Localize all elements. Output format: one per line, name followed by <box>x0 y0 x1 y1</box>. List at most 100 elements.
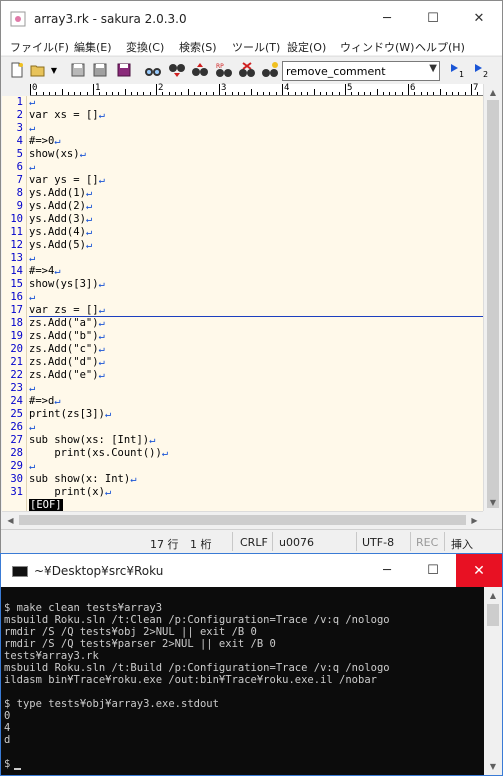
code-line[interactable]: 28 print(xs.Count())↵ <box>2 447 483 460</box>
editor-titlebar[interactable]: array3.rk - sakura 2.0.3.0 ─ ☐ ✕ <box>1 1 502 35</box>
search-prev-icon[interactable] <box>191 61 209 79</box>
console-close-button[interactable]: ✕ <box>456 554 502 587</box>
newline-marker: ↵ <box>85 226 93 238</box>
code-line[interactable]: 5 show(xs)↵ <box>2 148 483 161</box>
menu-edit[interactable]: 編集(E) <box>74 39 112 55</box>
scroll-up-icon[interactable]: ▲ <box>484 587 502 604</box>
code-line[interactable]: 25 print(zs[3])↵ <box>2 408 483 421</box>
code-line[interactable]: 1 ↵ <box>2 96 483 109</box>
maximize-button[interactable]: ☐ <box>410 1 456 35</box>
menu-convert[interactable]: 変換(C) <box>126 39 164 55</box>
console-titlebar[interactable]: ~¥Desktop¥src¥Roku ─ ☐ ✕ <box>1 554 502 587</box>
status-newline[interactable]: CRLF <box>240 536 268 549</box>
vertical-scroll-thumb[interactable] <box>487 100 499 508</box>
code-text: #=>0↵ <box>29 135 61 147</box>
code-text: ys.Add(1)↵ <box>29 187 93 199</box>
code-line[interactable]: 7 var ys = []↵ <box>2 174 483 187</box>
code-line[interactable]: 29 ↵ <box>2 460 483 473</box>
code-line[interactable]: 10 ys.Add(3)↵ <box>2 213 483 226</box>
ruler-tick <box>137 92 139 95</box>
open-folder-icon[interactable] <box>29 61 47 79</box>
console-vertical-scrollbar[interactable]: ▲ ▼ <box>484 587 502 775</box>
editor-vertical-scrollbar[interactable]: ▲ ▼ <box>483 84 501 511</box>
code-line[interactable]: 19 zs.Add("b")↵ <box>2 330 483 343</box>
code-line[interactable]: 27 sub show(xs: [Int])↵ <box>2 434 483 447</box>
horizontal-scroll-thumb[interactable] <box>19 515 466 525</box>
console-output[interactable]: $ make clean tests¥array3 msbuild Roku.sl… <box>1 587 484 775</box>
replace-icon[interactable]: RP <box>215 61 233 79</box>
ruler-tick <box>80 92 82 95</box>
search-next-icon[interactable] <box>168 61 186 79</box>
ruler-tick <box>345 84 346 95</box>
clear-search-icon[interactable] <box>238 61 256 79</box>
code-text: var ys = []↵ <box>29 174 105 186</box>
code-line[interactable]: 12 ys.Add(5)↵ <box>2 239 483 252</box>
code-editor[interactable]: 1 ↵ 2 var xs = []↵ 3 ↵ 4 #=>0↵ 5 show(xs)↵ 6 ↵ 7 var … <box>2 96 483 511</box>
code-line[interactable]: 3 ↵ <box>2 122 483 135</box>
code-line[interactable]: 4 #=>0↵ <box>2 135 483 148</box>
console-scroll-thumb[interactable] <box>487 604 499 626</box>
status-insert-mode[interactable]: 挿入 <box>451 536 473 552</box>
minimize-button[interactable]: ─ <box>364 1 410 35</box>
scroll-right-icon[interactable]: ▶ <box>466 512 483 529</box>
chevron-down-icon[interactable]: ▼ <box>429 63 437 74</box>
console-minimize-button[interactable]: ─ <box>364 554 410 587</box>
search-binoculars-icon[interactable] <box>144 61 162 79</box>
code-line[interactable]: 11 ys.Add(4)↵ <box>2 226 483 239</box>
close-button[interactable]: ✕ <box>456 1 502 35</box>
ruler-tick <box>149 92 151 95</box>
ruler-tick <box>105 92 107 95</box>
jump-next-2-button[interactable]: 2 <box>473 61 493 79</box>
code-line[interactable]: 30 sub show(x: Int)↵ <box>2 473 483 486</box>
line-number: 4 <box>16 135 23 147</box>
code-line[interactable]: 14 #=>4↵ <box>2 265 483 278</box>
ruler-tick <box>93 84 94 95</box>
code-line[interactable]: 18 zs.Add("a")↵ <box>2 317 483 330</box>
ruler-tick <box>55 92 57 95</box>
ruler-tick <box>382 92 384 95</box>
scroll-up-icon[interactable]: ▲ <box>484 84 502 101</box>
code-line[interactable]: 15 show(ys[3])↵ <box>2 278 483 291</box>
ruler-number: 4 <box>284 83 290 93</box>
editor-horizontal-scrollbar[interactable]: ◀ ▶ <box>2 511 483 528</box>
menu-search[interactable]: 検索(S) <box>179 39 217 55</box>
line-number: 29 <box>10 460 23 472</box>
scroll-left-icon[interactable]: ◀ <box>2 512 19 529</box>
code-line[interactable]: 24 #=>d↵ <box>2 395 483 408</box>
status-divider <box>272 532 273 551</box>
code-line[interactable]: 26 ↵ <box>2 421 483 434</box>
code-text: zs.Add("d")↵ <box>29 356 105 368</box>
save-as-icon[interactable] <box>91 61 109 79</box>
ruler-tick <box>471 84 472 95</box>
code-line[interactable]: 6 ↵ <box>2 161 483 174</box>
code-line[interactable]: 2 var xs = []↵ <box>2 109 483 122</box>
menu-help[interactable]: ヘルプ(H) <box>415 39 465 55</box>
code-line[interactable]: 9 ys.Add(2)↵ <box>2 200 483 213</box>
console-maximize-button[interactable]: ☐ <box>410 554 456 587</box>
menu-settings[interactable]: 設定(O) <box>287 39 326 55</box>
open-dropdown-icon[interactable]: ▼ <box>49 61 59 79</box>
code-line[interactable]: 22 zs.Add("e")↵ <box>2 369 483 382</box>
new-file-icon[interactable] <box>8 61 26 79</box>
code-text: print(x)↵ <box>29 486 111 499</box>
jump-next-1-button[interactable]: 1 <box>449 61 469 79</box>
code-line[interactable]: 16 ↵ <box>2 291 483 304</box>
menu-window[interactable]: ウィンドウ(W) <box>340 39 414 55</box>
code-line[interactable]: 31 print(x)↵ <box>2 486 483 499</box>
code-line[interactable]: 13 ↵ <box>2 252 483 265</box>
scroll-down-icon[interactable]: ▼ <box>484 758 502 775</box>
code-line[interactable]: 21 zs.Add("d")↵ <box>2 356 483 369</box>
save-icon[interactable] <box>69 61 87 79</box>
status-encoding[interactable]: UTF-8 <box>362 536 394 549</box>
menu-tools[interactable]: ツール(T) <box>232 39 280 55</box>
code-line[interactable]: 20 zs.Add("c")↵ <box>2 343 483 356</box>
save-all-icon[interactable] <box>115 61 133 79</box>
code-line[interactable]: 23 ↵ <box>2 382 483 395</box>
menu-file[interactable]: ファイル(F) <box>10 39 69 55</box>
ruler-tick <box>42 92 44 95</box>
ruler-tick <box>212 92 214 95</box>
code-line[interactable]: 8 ys.Add(1)↵ <box>2 187 483 200</box>
scroll-down-icon[interactable]: ▼ <box>484 494 502 511</box>
highlight-search-icon[interactable] <box>261 61 279 79</box>
search-combo[interactable]: remove_comment ▼ <box>282 61 440 81</box>
